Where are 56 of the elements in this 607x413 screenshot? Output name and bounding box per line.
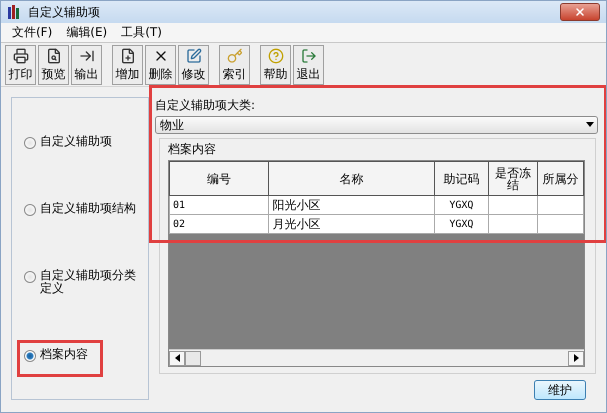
column-header: 编号	[170, 162, 269, 196]
radio-button[interactable]	[24, 350, 36, 362]
document-search-icon	[46, 48, 62, 64]
close-button[interactable]	[560, 3, 600, 21]
toolbar-button[interactable]: 退出	[293, 44, 324, 84]
table-cell: 月光小区	[268, 214, 434, 234]
close-icon	[574, 6, 586, 18]
radio-label[interactable]: 自定义辅助项分类定义	[40, 269, 136, 296]
table-cell: 02	[170, 214, 269, 234]
radio-label[interactable]: 自定义辅助项	[40, 134, 136, 148]
toolbar-button[interactable]: 帮助	[260, 44, 291, 84]
edit-icon	[186, 48, 202, 64]
printer-icon	[12, 48, 28, 64]
books-icon	[6, 4, 22, 20]
export-icon	[78, 48, 94, 64]
category-label: 自定义辅助项大类:	[155, 97, 256, 114]
column-header: 所属分	[538, 162, 584, 196]
table-cell	[488, 196, 538, 214]
table-cell: YGXQ	[434, 214, 488, 234]
radio-label[interactable]: 档案内容	[40, 348, 136, 362]
horizontal-scrollbar[interactable]	[169, 349, 584, 366]
toolbar-button[interactable]: 预览	[38, 44, 69, 84]
table-cell	[488, 214, 538, 234]
radio-label[interactable]: 自定义辅助项结构	[40, 202, 136, 215]
group-title: 档案内容	[168, 141, 217, 158]
dropdown-arrow-icon	[586, 122, 594, 128]
category-dropdown[interactable]: 物业	[155, 116, 598, 134]
table-cell: YGXQ	[434, 196, 488, 214]
toolbar-button[interactable]: 修改	[178, 44, 209, 84]
add-document-icon	[120, 48, 136, 64]
scroll-left-icon	[174, 354, 180, 362]
toolbar-button[interactable]: 输出	[71, 44, 102, 84]
toolbar-button[interactable]: 删除	[145, 44, 176, 84]
radio-button[interactable]	[24, 136, 36, 149]
table-cell: 阳光小区	[268, 196, 434, 214]
column-header: 助记码	[434, 162, 488, 196]
toolbar-button[interactable]: 增加	[112, 44, 143, 84]
radio-button[interactable]	[24, 204, 36, 216]
menu-item[interactable]: 文件(F)	[7, 24, 58, 41]
menu-item[interactable]: 工具(T)	[116, 24, 167, 41]
column-header: 是否冻结	[488, 162, 538, 196]
radio-button[interactable]	[24, 271, 36, 284]
help-icon	[268, 48, 284, 64]
key-icon	[226, 48, 242, 64]
exit-icon	[300, 48, 316, 64]
window-title: 自定义辅助项	[28, 4, 100, 20]
toolbar-button[interactable]: 索引	[219, 44, 250, 84]
menu-item[interactable]: 编辑(E)	[61, 24, 112, 41]
maintain-button[interactable]: 维护	[534, 380, 586, 400]
table-cell	[538, 214, 584, 234]
table-cell: 01	[170, 196, 269, 214]
toolbar-button[interactable]: 打印	[5, 44, 36, 84]
table-cell	[538, 196, 584, 214]
scroll-thumb[interactable]	[185, 350, 201, 366]
column-header: 名称	[268, 162, 434, 196]
scroll-right-icon	[574, 354, 578, 362]
